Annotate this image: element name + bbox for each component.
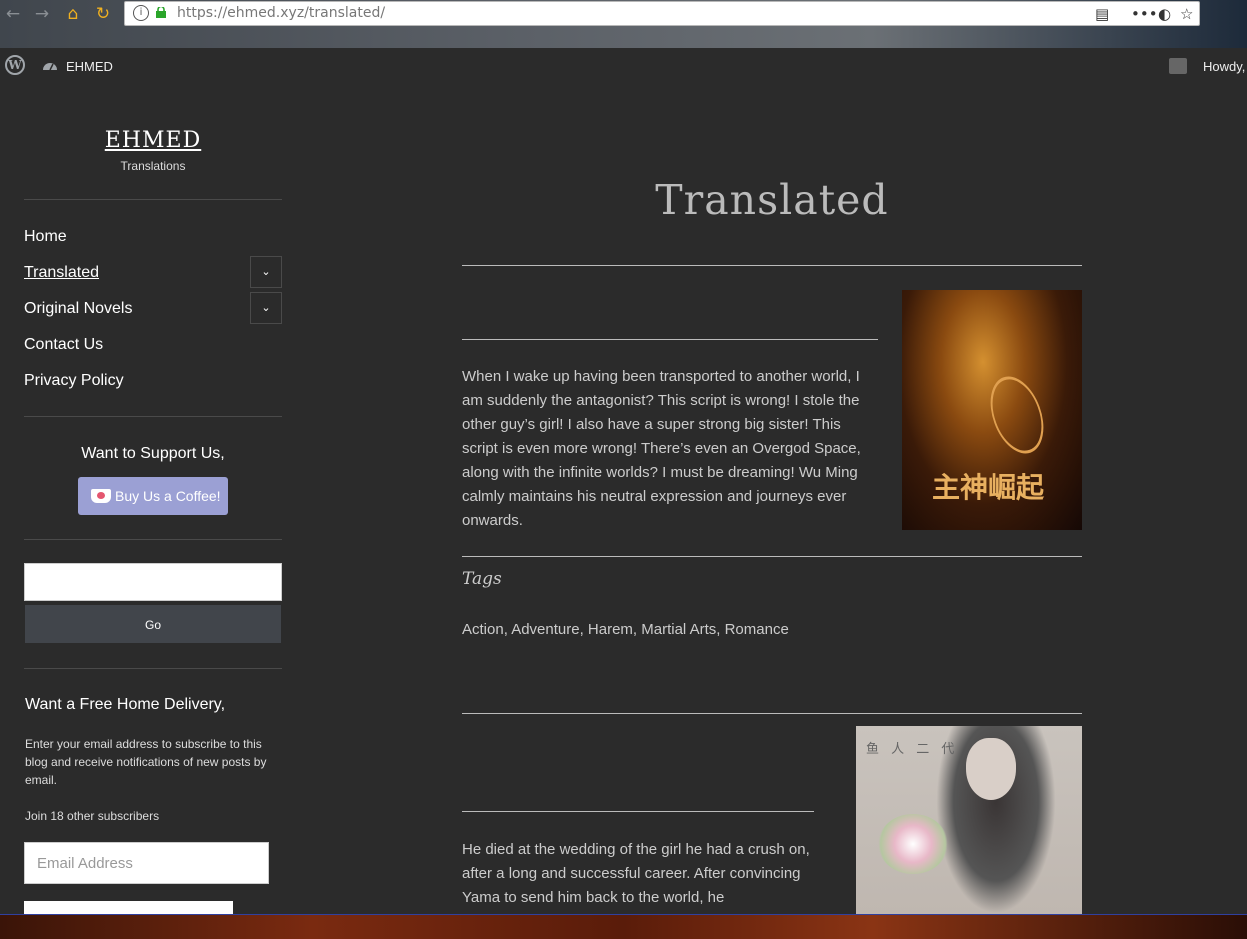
- divider: [462, 713, 1082, 714]
- admin-site-name[interactable]: EHMED: [66, 59, 113, 74]
- home-icon[interactable]: ⌂: [62, 3, 84, 25]
- url-bar[interactable]: i https://ehmed.xyz/translated/ ▤ ••• ◐ …: [124, 1, 1200, 26]
- tags-heading: Tags: [462, 569, 502, 589]
- post-excerpt: When I wake up having been transported t…: [462, 368, 861, 529]
- forward-arrow-icon[interactable]: →: [31, 3, 53, 25]
- divider: [462, 556, 1082, 557]
- desktop-background: [0, 914, 1247, 939]
- chevron-down-icon[interactable]: ⌄: [250, 292, 282, 324]
- subscribe-description: Enter your email address to subscribe to…: [25, 737, 267, 787]
- buy-coffee-label: Buy Us a Coffee!: [115, 488, 221, 504]
- tracking-icon[interactable]: ◐: [1158, 5, 1171, 23]
- delivery-widget-title: Want a Free Home Delivery,: [25, 696, 226, 713]
- reload-icon[interactable]: ↻: [92, 3, 114, 25]
- cover-flower-shape: [878, 814, 948, 874]
- search-go-button[interactable]: Go: [25, 605, 281, 643]
- search-input[interactable]: [24, 563, 282, 601]
- comment-icon[interactable]: [1169, 58, 1187, 74]
- cover-title-text: 主神崛起: [932, 471, 1045, 504]
- site-description: Translations: [120, 159, 186, 173]
- more-icon[interactable]: •••: [1131, 5, 1158, 23]
- lock-icon: [156, 7, 166, 18]
- subscriber-count: Join 18 other subscribers: [25, 809, 160, 823]
- divider: [462, 265, 1082, 266]
- menu-item-contact-us[interactable]: Contact Us: [24, 336, 103, 354]
- page-title: Translated: [655, 176, 889, 224]
- post-title[interactable]: [462, 292, 702, 318]
- divider: [24, 416, 282, 417]
- divider: [462, 811, 814, 812]
- post-subtitle: [462, 764, 762, 784]
- novel-cover-image[interactable]: 鱼 人 二 代: [856, 726, 1082, 914]
- cover-face-shape: [966, 738, 1016, 800]
- email-field[interactable]: Email Address: [24, 842, 269, 884]
- cover-ring-shape: [980, 369, 1054, 461]
- chevron-down-icon[interactable]: ⌄: [250, 256, 282, 288]
- menu-item-privacy-policy[interactable]: Privacy Policy: [24, 372, 124, 390]
- dashboard-icon[interactable]: [42, 58, 58, 72]
- browser-toolbar: ← → ⌂ ↻ i https://ehmed.xyz/translated/ …: [0, 0, 1247, 48]
- menu-item-original-novels[interactable]: Original Novels: [24, 300, 132, 318]
- reader-view-icon[interactable]: ▤: [1095, 5, 1109, 23]
- back-arrow-icon[interactable]: ←: [2, 3, 24, 25]
- buy-coffee-button[interactable]: Buy Us a Coffee!: [78, 477, 228, 515]
- site-title[interactable]: EHMED: [24, 128, 282, 153]
- admin-bar: W EHMED Howdy,: [0, 48, 1247, 84]
- info-icon[interactable]: i: [133, 5, 149, 21]
- coffee-cup-icon: [91, 489, 111, 503]
- cover-title-text: 鱼 人 二 代: [866, 742, 959, 757]
- post-excerpt: He died at the wedding of the girl he ha…: [462, 841, 810, 906]
- tags-list[interactable]: Action, Adventure, Harem, Martial Arts, …: [462, 621, 789, 638]
- divider: [24, 668, 282, 669]
- novel-cover-image[interactable]: 主神崛起: [902, 290, 1082, 530]
- url-text: https://ehmed.xyz/translated/: [177, 5, 386, 21]
- howdy-greeting[interactable]: Howdy,: [1203, 59, 1245, 74]
- divider: [24, 199, 282, 200]
- divider: [462, 339, 878, 340]
- support-widget-title: Want to Support Us,: [81, 445, 225, 462]
- menu-item-home[interactable]: Home: [24, 228, 67, 246]
- menu-item-translated[interactable]: Translated: [24, 264, 99, 282]
- divider: [24, 539, 282, 540]
- bookmark-star-icon[interactable]: ☆: [1180, 5, 1193, 23]
- wordpress-logo-icon[interactable]: W: [5, 55, 25, 75]
- post-title[interactable]: [462, 728, 642, 754]
